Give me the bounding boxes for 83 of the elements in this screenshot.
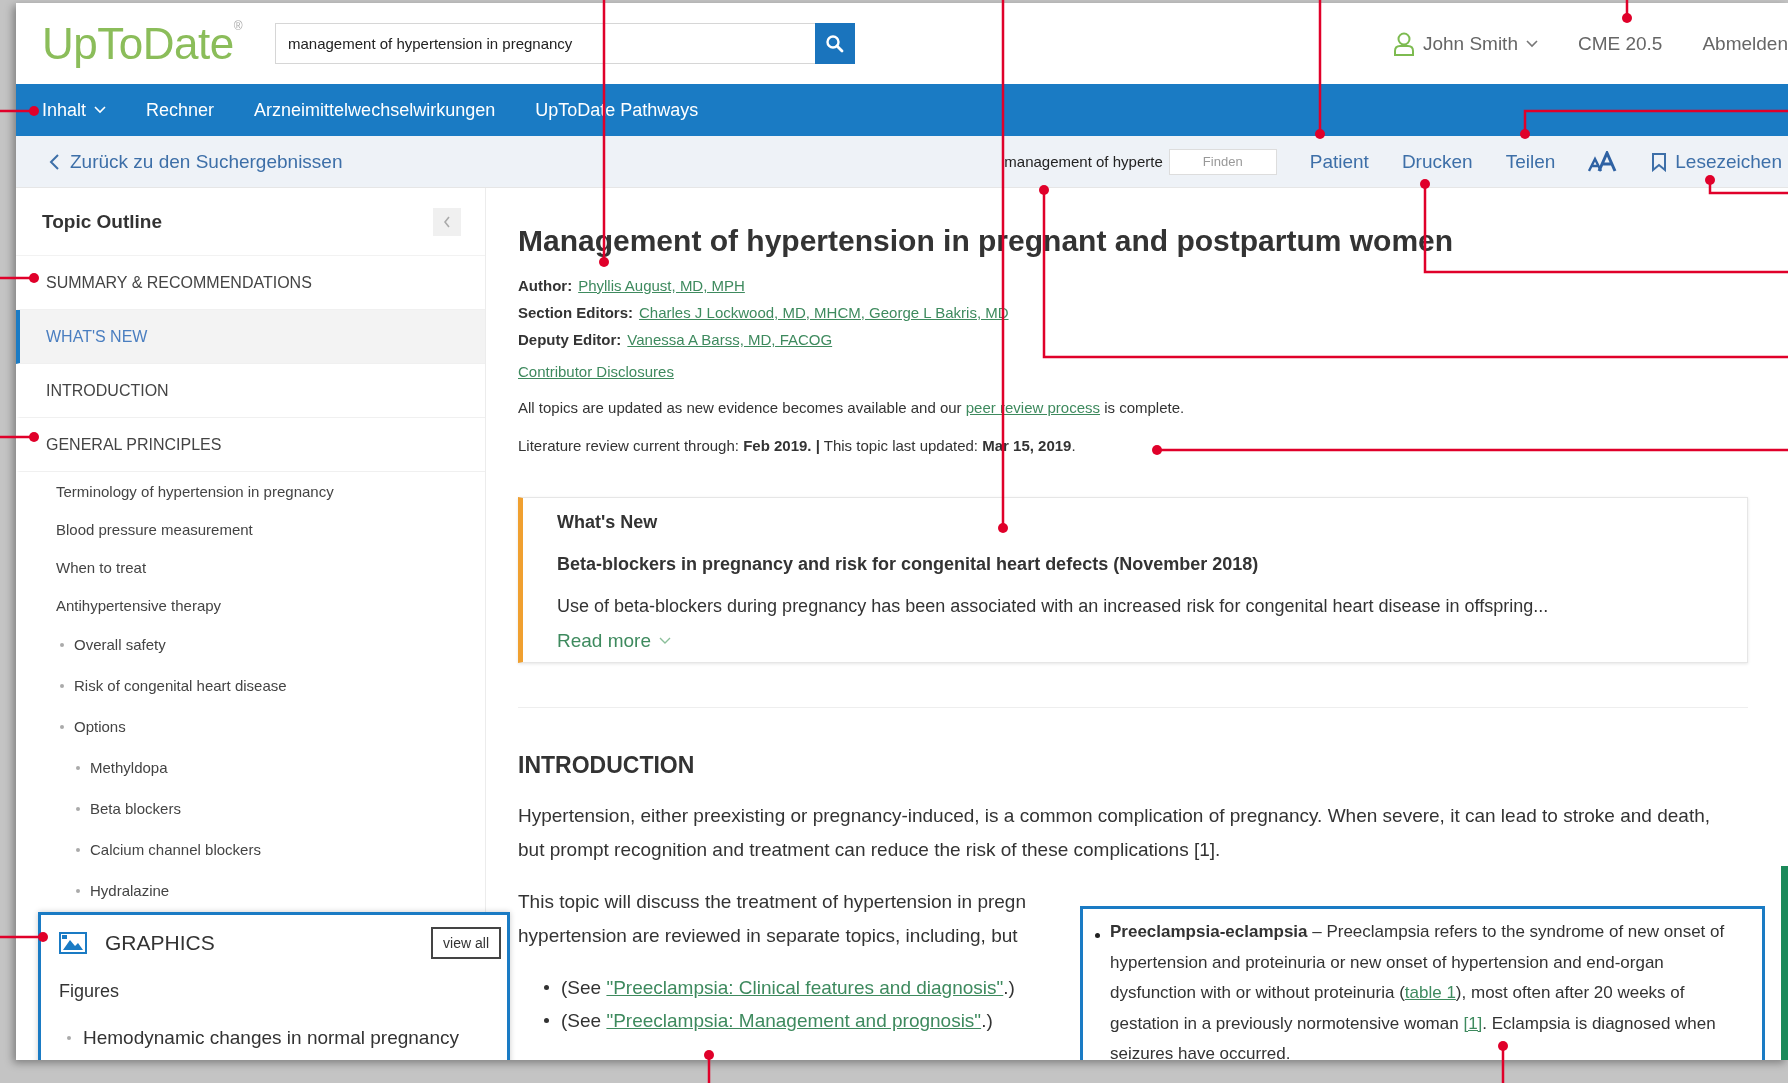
author-link[interactable]: Vanessa A Barss, MD, FACOG xyxy=(627,331,833,348)
author-link[interactable]: Phyllis August, MD, MPH xyxy=(578,277,745,294)
toolbar-link[interactable]: Drucken xyxy=(1401,150,1473,173)
reference-link[interactable]: [1] xyxy=(1463,1013,1483,1033)
user-menu[interactable]: John Smith xyxy=(1392,31,1538,56)
caret-icon xyxy=(659,637,671,645)
outline-item[interactable]: Hydralazine xyxy=(16,870,485,911)
outline-item[interactable]: Beta blockers xyxy=(16,788,485,829)
toolbar-link[interactable]: Patient xyxy=(1309,150,1369,173)
search-icon xyxy=(825,33,845,54)
outline-item[interactable]: Antihypertensive therapy xyxy=(16,586,485,624)
search-button[interactable] xyxy=(815,23,855,64)
outline-item[interactable]: Calcium channel blockers xyxy=(16,829,485,870)
body-paragraph: Hypertension, either preexisting or pregnancy-induced, is a common complication of pregnancy. When severe, it can lead to stroke and death, but prompt recognition and treatment can reduce the risk of these complications [1]. xyxy=(518,804,1712,862)
see-also-text: (See "Preeclampsia: Management and prognosis".) xyxy=(561,1009,993,1033)
cme-link[interactable]: CME 20.5 xyxy=(1577,32,1663,55)
chevron-left-icon xyxy=(442,214,452,229)
outline-item[interactable]: WHAT'S NEW xyxy=(16,310,485,364)
bookmark-link[interactable]: Lesezeichen xyxy=(1651,150,1788,173)
credit-label: Author: xyxy=(518,277,573,294)
bullet-dot xyxy=(60,683,64,688)
figure-link[interactable]: Hemodynamic changes in normal pregnancy xyxy=(83,1027,459,1049)
outline-item[interactable]: Risk of congenital heart disease xyxy=(16,665,485,706)
citation-link[interactable]: [1] xyxy=(1193,839,1216,860)
whats-new-text: Use of beta-blockers during pregnancy has been associated with an increased risk for congenital heart disease in offspring... xyxy=(557,596,1550,618)
caret-icon xyxy=(1525,39,1538,48)
outline-item[interactable]: INTRODUCTION xyxy=(16,364,485,418)
bullet-dot xyxy=(60,724,64,729)
leader-line xyxy=(0,932,48,942)
chevron-left-icon xyxy=(48,152,60,171)
leader-line xyxy=(0,106,39,116)
caret-icon xyxy=(94,106,107,114)
disclosures-link[interactable]: Contributor Disclosures xyxy=(518,363,674,380)
image-icon xyxy=(59,932,87,954)
outline-item[interactable]: Methyldopa xyxy=(16,747,485,788)
body-text-line: hypertension are reviewed in separate topics, including, but xyxy=(518,924,1018,948)
read-more-link[interactable]: Read more xyxy=(557,630,671,652)
bookmark-icon xyxy=(1651,151,1668,172)
toolbar-link[interactable]: Teilen xyxy=(1505,150,1556,173)
topic-link[interactable]: "Preeclampsia: Management and prognosis" xyxy=(606,1010,982,1031)
leader-line xyxy=(0,273,39,283)
figures-heading: Figures xyxy=(58,980,121,1003)
outline-title: Topic Outline xyxy=(42,210,162,233)
person-icon xyxy=(1392,31,1415,56)
bullet-dot xyxy=(544,985,549,990)
bullet-dot xyxy=(76,806,80,811)
definition-text: Preeclampsia-eclampsia – Preeclampsia refers to the syndrome of new onset of hypertension and proteinuria or new onset of hypertension and end-organ dysfunction with or without proteinuria (table 1), most often after 20 weeks of gestation in a previously normotensive woman [1]. Eclampsia is diagnosed when seizures have occurred. xyxy=(1110,921,1726,1060)
bullet-dot xyxy=(76,847,80,852)
search-field[interactable]: management of hypertension in pregnancy xyxy=(275,23,815,64)
bullet-dot xyxy=(60,642,64,647)
bullet-dot xyxy=(76,888,80,893)
font-size-icon xyxy=(1588,150,1619,173)
reference-link[interactable]: table 1 xyxy=(1404,983,1456,1002)
credit-label: Deputy Editor: xyxy=(518,331,622,348)
outline-item[interactable]: Terminology of hypertension in pregnancy xyxy=(16,472,485,510)
credit-label: Section Editors: xyxy=(518,304,633,321)
body-text-line: This topic will discuss the treatment of hypertension in pregn xyxy=(518,890,1026,914)
leader-line xyxy=(1498,1041,1508,1083)
whats-new-heading: What's New xyxy=(557,512,659,534)
bullet-dot xyxy=(544,1018,549,1023)
outline-item[interactable]: When to treat xyxy=(16,548,485,586)
view-all-button[interactable]: view all xyxy=(431,927,501,959)
section-heading: INTRODUCTION xyxy=(518,752,696,779)
outline-item[interactable]: Overall safety xyxy=(16,624,485,665)
leader-line xyxy=(1622,0,1632,23)
nav-item[interactable]: Rechner xyxy=(146,99,215,121)
bullet-dot xyxy=(67,1036,71,1040)
bullet-dot xyxy=(1095,933,1100,938)
logout-link[interactable]: Abmelden xyxy=(1702,32,1788,55)
find-field[interactable]: management of hyperte xyxy=(970,153,1163,170)
leader-line xyxy=(0,432,39,442)
graphics-title: GRAPHICS xyxy=(105,931,215,955)
topic-link[interactable]: "Preeclampsia: Clinical features and diagnosis" xyxy=(606,977,1004,998)
outline-item[interactable]: Blood pressure measurement xyxy=(16,510,485,548)
nav-item[interactable]: Inhalt xyxy=(42,99,107,121)
back-link[interactable]: Zurück zu den Suchergebnissen xyxy=(48,150,343,173)
font-size-button[interactable] xyxy=(1588,150,1619,173)
nav-item[interactable]: Arzneimittelwechselwirkungen xyxy=(254,99,496,121)
outline-item[interactable]: Options xyxy=(16,706,485,747)
see-also-text: (See "Preeclampsia: Clinical features and diagnosis".) xyxy=(561,976,1015,1000)
bullet-dot xyxy=(76,765,80,770)
leader-line xyxy=(704,1050,714,1083)
whats-new-subtitle: Beta-blockers in pregnancy and risk for congenital heart defects (November 2018) xyxy=(557,554,1260,576)
